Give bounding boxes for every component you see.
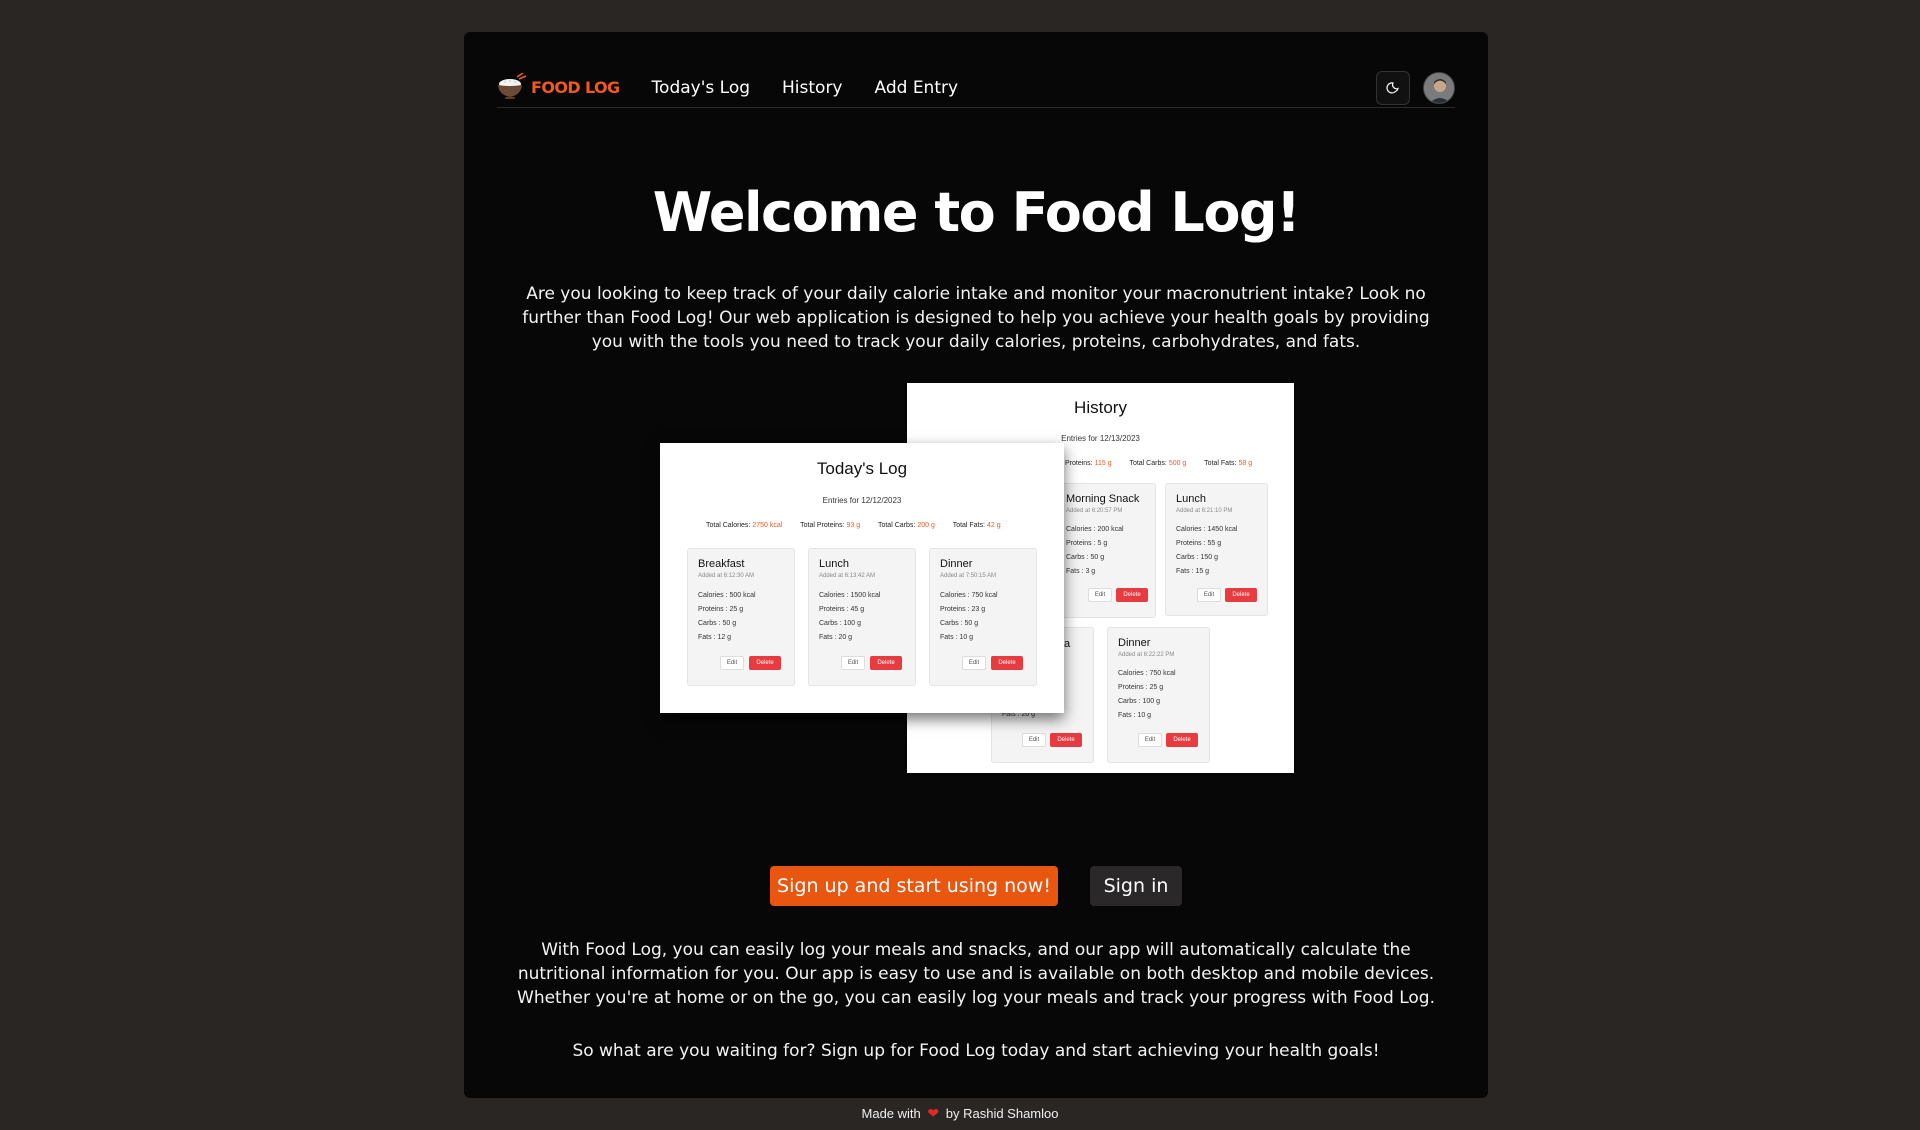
- footer-author: by Rashid Shamloo: [945, 1106, 1059, 1121]
- delete-button: Delete: [991, 656, 1023, 670]
- avatar-portrait-icon: [1424, 72, 1454, 103]
- theme-toggle-button[interactable]: [1376, 70, 1410, 105]
- history-preview-subtitle: Entries for 12/13/2023: [1061, 434, 1140, 443]
- edit-button: Edit: [1138, 733, 1162, 747]
- history-card-dinner: Dinner Added at 6:22:22 PM Calories : 75…: [1107, 627, 1210, 763]
- brand-link[interactable]: FOOD LOG: [497, 72, 620, 103]
- nav-add-entry[interactable]: Add Entry: [875, 78, 959, 98]
- nav-history[interactable]: History: [782, 78, 842, 98]
- today-card-breakfast: Breakfast Added at 6:12:30 AM Calories :…: [687, 548, 795, 686]
- edit-button: Edit: [720, 656, 744, 670]
- delete-button: Delete: [870, 656, 902, 670]
- delete-button: Delete: [1225, 588, 1257, 602]
- page-title: Welcome to Food Log!: [652, 181, 1301, 244]
- history-preview-totals: Proteins: 115 g Total Carbs: 500 g Total F…: [1065, 460, 1253, 467]
- today-card-lunch: Lunch Added at 6:13:42 AM Calories : 150…: [808, 548, 916, 686]
- history-card-morning-snack: Morning Snack Added at 6:20:57 PM Calori…: [1055, 483, 1156, 618]
- delete-button: Delete: [749, 656, 781, 670]
- user-avatar[interactable]: [1423, 71, 1455, 104]
- heart-icon: ❤: [927, 1105, 940, 1121]
- intro-paragraph: Are you looking to keep track of your da…: [522, 284, 1430, 352]
- footer: Made with ❤ by Rashid Shamloo: [0, 1105, 1920, 1122]
- moon-icon: [1386, 81, 1399, 93]
- edit-button: Edit: [841, 656, 865, 670]
- history-card-lunch: Lunch Added at 6:21:10 PM Calories : 145…: [1165, 483, 1268, 616]
- nav-actions: [1376, 70, 1455, 105]
- delete-button: Delete: [1050, 733, 1082, 747]
- food-bowl-icon: [498, 72, 527, 99]
- delete-button: Delete: [1116, 588, 1148, 602]
- features-paragraph: With Food Log, you can easily log your m…: [517, 940, 1435, 1008]
- signup-button[interactable]: Sign up and start using now!: [770, 866, 1058, 906]
- main-container: FOOD LOG Today's Log History Add Entry W…: [464, 32, 1488, 1098]
- today-preview-totals: Total Calories: 2750 kcal Total Proteins:…: [706, 522, 1001, 529]
- today-card-dinner: Dinner Added at 7:50:15 AM Calories : 75…: [929, 548, 1037, 686]
- edit-button: Edit: [1197, 588, 1221, 602]
- top-navbar: FOOD LOG Today's Log History Add Entry: [497, 68, 1455, 108]
- closing-paragraph: So what are you waiting for? Sign up for…: [572, 1041, 1380, 1061]
- today-preview-subtitle: Entries for 12/12/2023: [822, 496, 902, 505]
- history-preview-title: History: [1074, 398, 1127, 417]
- edit-button: Edit: [1022, 733, 1046, 747]
- nav-todays-log[interactable]: Today's Log: [652, 78, 750, 98]
- edit-button: Edit: [962, 656, 986, 670]
- edit-button: Edit: [1088, 588, 1112, 602]
- todays-log-preview-image: Today's Log Entries for 12/12/2023 Total…: [660, 443, 1064, 713]
- signin-button[interactable]: Sign in: [1090, 866, 1182, 906]
- today-preview-title: Today's Log: [816, 459, 908, 478]
- brand-name: FOOD LOG: [531, 78, 620, 97]
- footer-made-with: Made with: [861, 1106, 921, 1121]
- delete-button: Delete: [1166, 733, 1198, 747]
